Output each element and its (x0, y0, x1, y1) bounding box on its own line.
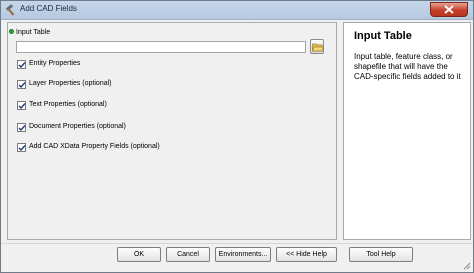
open-folder-icon (312, 43, 324, 52)
browse-button[interactable] (310, 39, 324, 54)
checkbox-label: Entity Properties (29, 60, 81, 67)
checkbox-box[interactable] (17, 60, 26, 69)
title-bar[interactable]: Add CAD Fields (1, 1, 473, 20)
checkbox-label: Document Properties (optional) (29, 123, 126, 130)
checkbox-box[interactable] (17, 123, 26, 132)
tool-hammer-icon (5, 4, 17, 16)
required-dot-icon (9, 29, 14, 34)
tool-help-button[interactable]: Tool Help (349, 247, 413, 262)
hide-help-button[interactable]: << Hide Help (276, 247, 337, 262)
close-icon (444, 5, 454, 14)
checkbox-box[interactable] (17, 101, 26, 110)
help-pane: Input Table Input table, feature class, … (343, 22, 471, 240)
parameters-pane[interactable]: Input Table Entity Properties Layer Prop… (7, 22, 337, 240)
checkbox-box[interactable] (17, 143, 26, 152)
checkmark-icon (18, 103, 26, 110)
input-table-field[interactable] (16, 41, 306, 53)
help-title: Input Table (354, 30, 412, 42)
separator (1, 243, 473, 244)
input-table-label: Input Table (16, 29, 51, 36)
dialog-window: Add CAD Fields Input Table Entity Proper… (0, 0, 474, 273)
help-body: Input table, feature class, or shapefile… (354, 52, 461, 81)
window-title: Add CAD Fields (20, 4, 77, 13)
checkmark-icon (18, 62, 26, 69)
checkmark-icon (18, 145, 26, 152)
ok-button[interactable]: OK (117, 247, 161, 262)
checkbox-label: Layer Properties (optional) (29, 80, 112, 87)
checkmark-icon (18, 82, 26, 89)
checkbox-label: Add CAD XData Property Fields (optional) (29, 143, 160, 150)
resize-grip-icon[interactable] (463, 262, 471, 270)
close-button[interactable] (430, 2, 468, 17)
environments-button[interactable]: Environments... (215, 247, 271, 262)
checkbox-box[interactable] (17, 80, 26, 89)
cancel-button[interactable]: Cancel (166, 247, 210, 262)
checkmark-icon (18, 125, 26, 132)
checkbox-label: Text Properties (optional) (29, 101, 107, 108)
